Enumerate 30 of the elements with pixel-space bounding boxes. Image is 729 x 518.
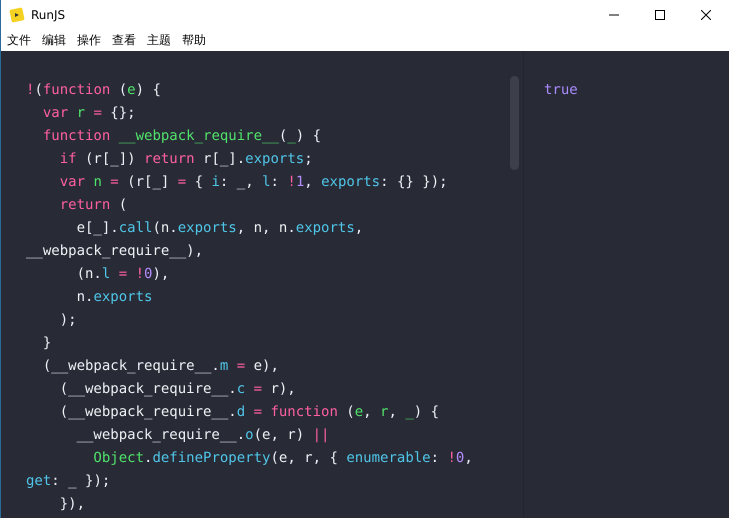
code-line: n.exports: [76, 288, 154, 307]
code-line: __webpack_require__.o(e, r) ||: [76, 426, 330, 445]
code-line: get: _ });: [26, 472, 112, 491]
code-line: (n.l = !0),: [76, 265, 170, 284]
code-line: (__webpack_require__.c = r),: [58, 380, 297, 399]
menu-item[interactable]: 文件: [7, 32, 31, 49]
window-title: RunJS: [31, 8, 66, 22]
output-line: true: [544, 81, 578, 100]
code-line: );: [58, 311, 78, 330]
menu-item[interactable]: 编辑: [42, 32, 66, 49]
code-line: e[_].call(n.exports, n, n.exports,: [76, 219, 364, 238]
code-line: var r = {};: [42, 104, 137, 123]
maximize-icon: [655, 10, 665, 20]
close-icon: [701, 10, 711, 20]
app-logo-icon: [9, 7, 25, 23]
code-line: }),: [58, 495, 86, 514]
menu-item[interactable]: 操作: [77, 32, 101, 49]
code-line: if (r[_]) return r[_].exports;: [58, 150, 314, 169]
menu-item[interactable]: 帮助: [182, 32, 206, 49]
code-line: Object.defineProperty(e, r, { enumerable: !0,: [92, 449, 474, 468]
code-line: (__webpack_require__.m = e),: [42, 357, 280, 376]
code-line: }: [42, 334, 52, 353]
code-line: return (: [58, 196, 128, 215]
menu-item[interactable]: 主题: [147, 32, 171, 49]
menu-item[interactable]: 查看: [112, 32, 136, 49]
code-line: var n = (r[_] = { i: _, l: !1, exports: {} });: [58, 173, 449, 192]
code-line: function __webpack_require__(_) {: [42, 127, 322, 146]
code-line: __webpack_require__),: [26, 242, 204, 261]
code-line: !(function (e) {: [26, 81, 162, 100]
code-line: (__webpack_require__.d = function (e, r, _) {: [58, 403, 440, 422]
